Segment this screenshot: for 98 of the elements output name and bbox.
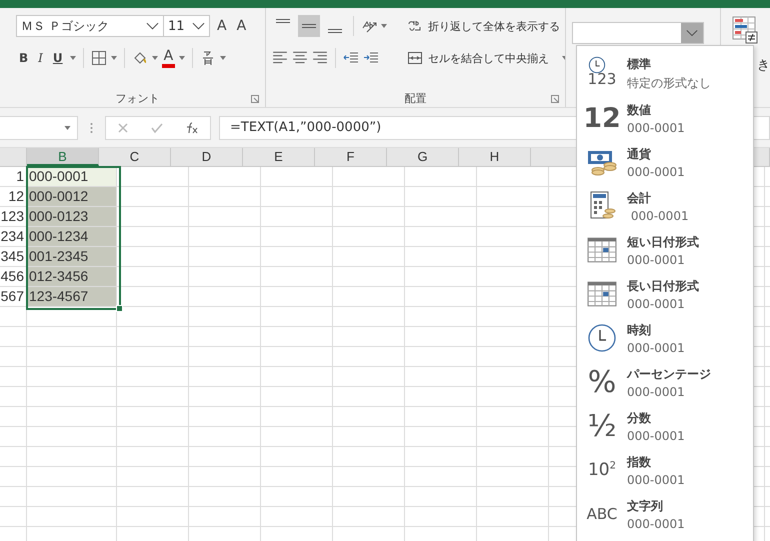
clock-icon: [587, 323, 617, 353]
table-cell[interactable]: 000-0001: [27, 167, 117, 187]
align-lines-icon: [276, 19, 290, 23]
table-cell[interactable]: 000-0123: [27, 207, 117, 227]
format-name: 数値: [627, 102, 652, 118]
italic-button[interactable]: I: [35, 47, 46, 69]
format-menu-item[interactable]: 123 標準 特定の形式なし: [577, 52, 753, 96]
table-cell: 1: [0, 167, 27, 187]
format-name: 長い日付形式: [627, 278, 699, 294]
format-name: 時刻: [627, 322, 652, 338]
font-name-field[interactable]: ＭＳ Ｐゴシック: [16, 15, 164, 37]
format-name: パーセンテージ: [627, 366, 711, 382]
fill-color-icon[interactable]: [132, 50, 148, 66]
column-header[interactable]: B: [27, 148, 99, 166]
format-menu-item[interactable]: 長い日付形式 000-0001: [577, 272, 753, 316]
calendar-icon: [587, 279, 617, 309]
function-icon[interactable]: [185, 122, 199, 134]
format-name: 分数: [627, 410, 652, 426]
merge-cells-icon: [407, 50, 423, 66]
format-sample: 000-0001: [627, 472, 685, 486]
table-cell[interactable]: 000-1234: [27, 227, 117, 247]
caret-icon[interactable]: [110, 56, 117, 60]
check-icon[interactable]: [151, 122, 163, 134]
grip-icon: [90, 122, 93, 134]
align-lines-icon: [328, 29, 342, 33]
format-sample: 000-0001: [630, 208, 689, 222]
style-button-label[interactable]: き: [757, 56, 770, 74]
horizontal-align-icon[interactable]: [312, 50, 328, 66]
borders-icon[interactable]: [90, 50, 107, 66]
chevron-icon[interactable]: [192, 22, 205, 30]
format-sample: 000-0001: [627, 516, 685, 530]
format-sample: 000-0001: [627, 296, 686, 310]
table-cell: 234: [0, 227, 27, 247]
table-cell[interactable]: 000-0012: [27, 187, 117, 207]
underline-button[interactable]: U: [50, 47, 66, 69]
column-header[interactable]: D: [171, 148, 243, 166]
caret-icon[interactable]: [381, 24, 387, 28]
dropdown-button[interactable]: [681, 23, 703, 43]
column-header[interactable]: G: [387, 148, 459, 166]
font-color-button[interactable]: A: [162, 48, 176, 68]
format-name: 文字列: [627, 498, 664, 514]
dialog-launcher-icon[interactable]: [251, 95, 259, 103]
format-menu-item[interactable]: 時刻 000-0001: [577, 316, 753, 360]
caret-icon[interactable]: [220, 56, 226, 60]
align-lines-icon: [302, 24, 316, 28]
format-sample: 000-0001: [627, 120, 685, 134]
format-name: 通貨: [627, 146, 652, 162]
format-name: 会計: [627, 190, 652, 206]
bold-button[interactable]: B: [16, 47, 32, 69]
format-name: 短い日付形式: [627, 234, 699, 250]
caret-icon[interactable]: [70, 56, 76, 60]
conditional-formatting-icon[interactable]: [732, 16, 758, 46]
group-label: 配置: [404, 90, 426, 106]
table-cell[interactable]: 001-2345: [27, 247, 117, 267]
exponent-icon: 10$^{2}$: [588, 460, 616, 480]
chevron-icon: [686, 29, 698, 37]
fraction-icon: ½: [587, 408, 617, 444]
table-cell[interactable]: 123-4567: [27, 287, 117, 307]
format-sample: 000-0001: [627, 428, 685, 442]
format-sample: 000-0001: [627, 164, 685, 178]
percent-icon: %: [588, 364, 616, 400]
format-sample: 特定の形式なし: [627, 75, 711, 92]
horizontal-align-icon[interactable]: [292, 50, 308, 66]
table-cell: 12: [0, 187, 27, 207]
format-name: 標準: [627, 56, 652, 73]
table-cell[interactable]: 012-3456: [27, 267, 117, 287]
table-cell: 567: [0, 287, 27, 307]
dialog-launcher-icon[interactable]: [551, 95, 559, 103]
shrink-font-button[interactable]: A: [234, 15, 250, 37]
format-menu-item[interactable]: 10$^{2}$ 指数 000-0001: [577, 448, 753, 492]
table-cell: 345: [0, 247, 27, 267]
format-sample: 000-0001: [627, 384, 686, 398]
format-sample: 000-0001: [627, 340, 685, 354]
column-header[interactable]: E: [243, 148, 315, 166]
table-cell: 456: [0, 267, 27, 287]
column-header[interactable]: H: [459, 148, 531, 166]
group-label: フォント: [116, 90, 160, 106]
table-cell: 123: [0, 207, 27, 227]
merge-center-button[interactable]: セルを結合して中央揃え: [405, 46, 565, 70]
chevron-icon[interactable]: [146, 22, 159, 30]
format-menu-item[interactable]: 短い日付形式 000-0001: [577, 228, 753, 272]
horizontal-align-icon[interactable]: [272, 50, 288, 66]
caret-icon[interactable]: [64, 126, 71, 130]
format-name: 指数: [627, 454, 652, 470]
format-menu-item[interactable]: 通貨 000-0001: [577, 140, 753, 184]
font-size-field[interactable]: 11: [163, 15, 210, 37]
wrap-text-button[interactable]: 折り返して全体を表示する: [405, 14, 565, 38]
grow-font-button[interactable]: A: [214, 15, 230, 37]
text-format-icon: ABC: [586, 505, 618, 523]
column-header[interactable]: F: [315, 148, 387, 166]
format-menu-item[interactable]: 会計 000-0001: [577, 184, 753, 228]
vertical-align-button[interactable]: [298, 15, 320, 37]
column-header[interactable]: C: [99, 148, 171, 166]
calendar-icon: [587, 235, 617, 265]
number-format-field[interactable]: [572, 22, 704, 44]
format-sample: 000-0001: [627, 252, 686, 266]
caret-icon[interactable]: [152, 56, 158, 60]
caret-icon[interactable]: [179, 56, 186, 60]
